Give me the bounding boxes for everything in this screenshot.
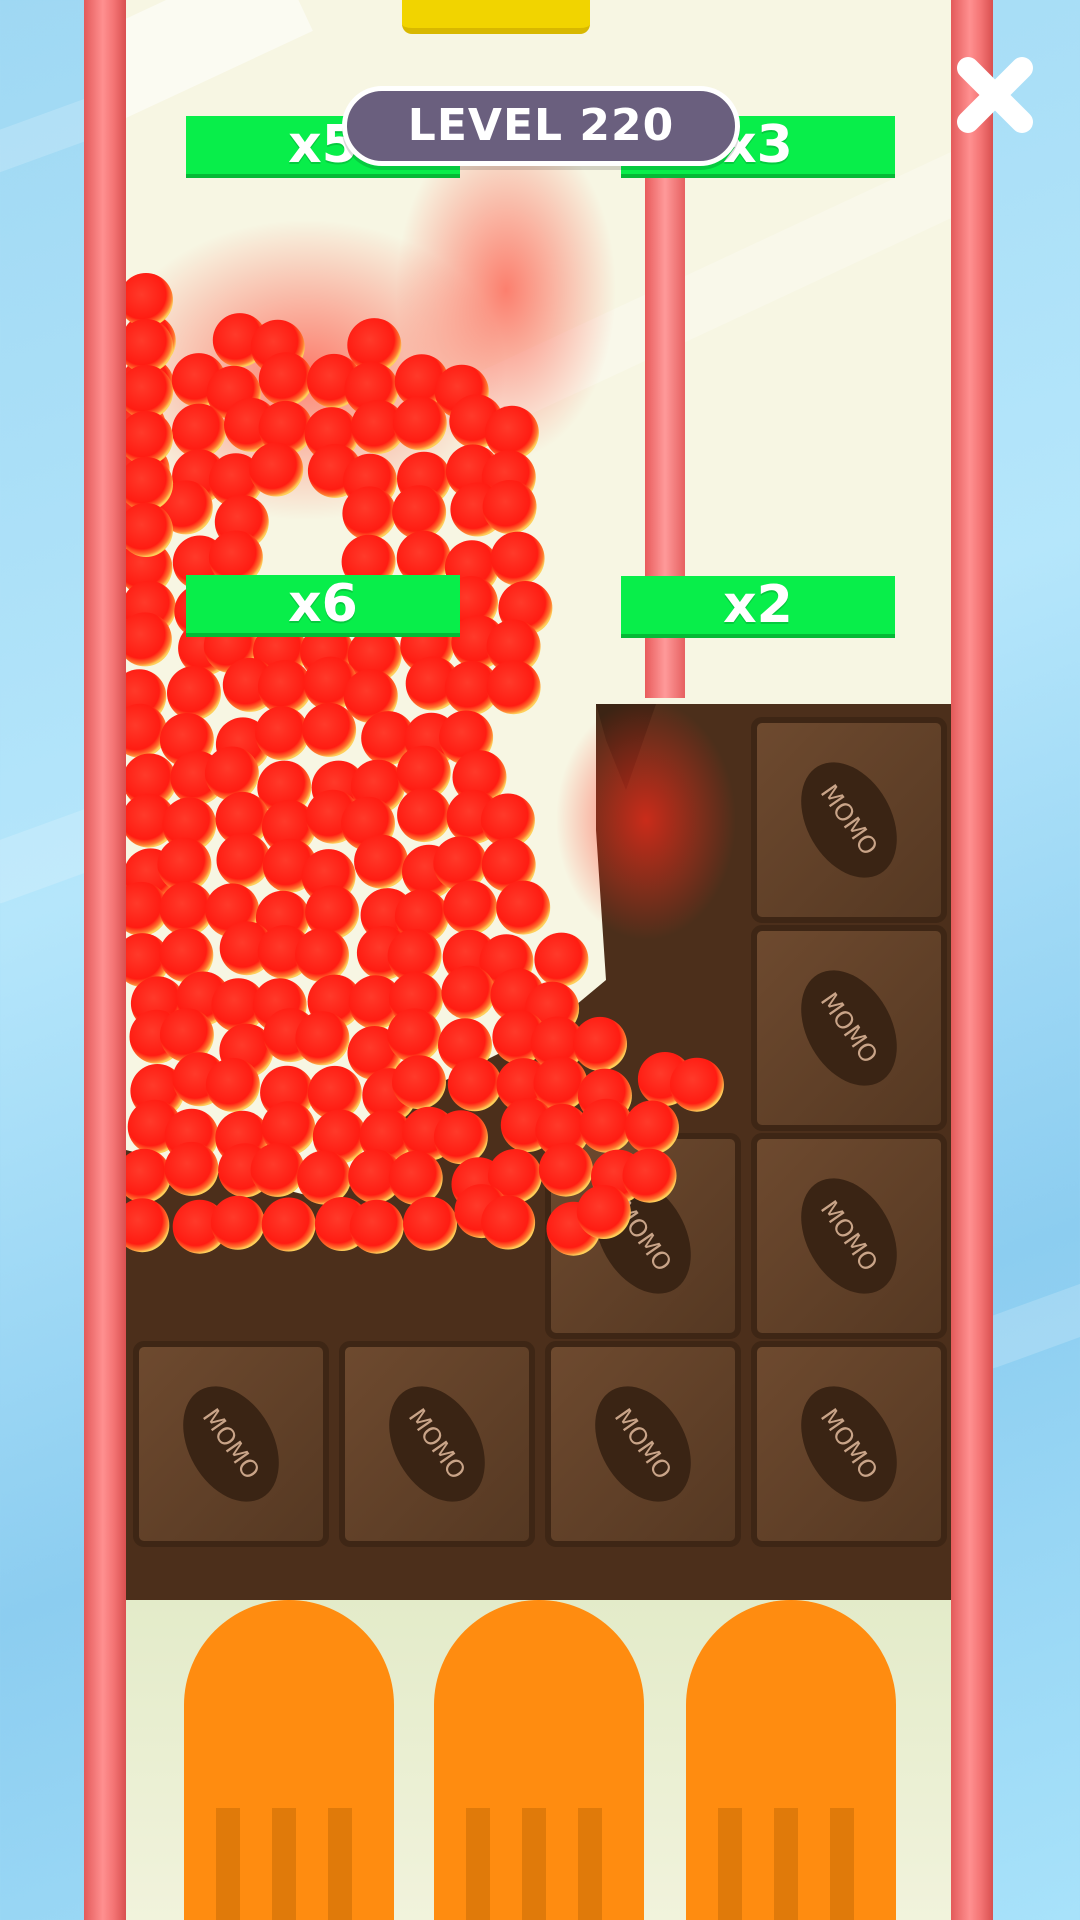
- paddle-groove: [522, 1808, 546, 1920]
- red-ball: [538, 1142, 593, 1197]
- red-ball: [258, 352, 313, 407]
- red-ball: [433, 1110, 488, 1165]
- red-ball: [342, 486, 397, 541]
- red-ball: [261, 1197, 316, 1252]
- paddle-groove: [216, 1808, 240, 1920]
- red-ball: [481, 1195, 536, 1250]
- red-ball: [216, 833, 271, 888]
- red-ball: [447, 1057, 502, 1112]
- red-ball: [669, 1057, 724, 1112]
- paddle-left[interactable]: [184, 1600, 394, 1920]
- paddle-groove: [466, 1808, 490, 1920]
- red-ball: [297, 1150, 352, 1205]
- red-ball: [164, 1141, 219, 1196]
- red-ball: [387, 1008, 442, 1063]
- red-ball: [397, 788, 452, 843]
- right-rail: [951, 0, 993, 1920]
- red-ball: [443, 880, 498, 935]
- paddle-groove: [272, 1808, 296, 1920]
- red-ball: [403, 1196, 457, 1251]
- paddle-groove: [830, 1808, 854, 1920]
- red-ball: [250, 1142, 305, 1197]
- red-ball: [295, 928, 349, 983]
- paddle-groove: [578, 1808, 602, 1920]
- close-icon: [957, 57, 1033, 133]
- red-ball: [204, 746, 259, 801]
- red-ball: [496, 880, 551, 935]
- red-ball: [622, 1148, 677, 1203]
- red-ball: [441, 965, 496, 1020]
- red-ball: [349, 1199, 404, 1254]
- red-ball: [255, 706, 310, 761]
- red-ball: [482, 480, 537, 534]
- red-ball: [126, 1148, 172, 1203]
- red-ball: [167, 666, 221, 720]
- red-ball: [490, 531, 545, 586]
- red-ball: [302, 702, 357, 757]
- red-ball: [576, 1185, 631, 1239]
- red-ball: [624, 1100, 679, 1155]
- red-ball: [392, 1055, 446, 1110]
- level-indicator: LEVEL 220: [342, 86, 740, 166]
- paddle-groove: [774, 1808, 798, 1920]
- paddle-groove: [328, 1808, 352, 1920]
- red-ball: [210, 1195, 265, 1250]
- multiplier-gate-mid-left: x6: [186, 575, 460, 637]
- red-ball: [573, 1016, 627, 1071]
- red-ball: [388, 1150, 443, 1205]
- red-ball: [354, 834, 409, 889]
- ball-pile: [126, 150, 724, 1256]
- close-button[interactable]: [950, 50, 1040, 140]
- red-ball: [486, 660, 541, 715]
- red-ball: [205, 1057, 260, 1112]
- red-ball: [534, 932, 589, 987]
- left-rail: [84, 0, 126, 1920]
- red-ball: [257, 660, 312, 714]
- multiplier-gate-mid-right: x2: [621, 576, 895, 638]
- falling-block: [402, 0, 590, 34]
- red-ball: [392, 396, 447, 451]
- paddle-right[interactable]: [686, 1600, 896, 1920]
- paddle-center[interactable]: [434, 1600, 644, 1920]
- playfield: MOMO MOMO MOMO MOMO MOMO MOMO MOMO MOMO x5 x3 x…: [126, 0, 951, 1920]
- red-ball: [126, 1198, 170, 1253]
- red-ball: [249, 442, 304, 497]
- red-ball: [295, 1011, 350, 1066]
- paddle-groove: [718, 1808, 742, 1920]
